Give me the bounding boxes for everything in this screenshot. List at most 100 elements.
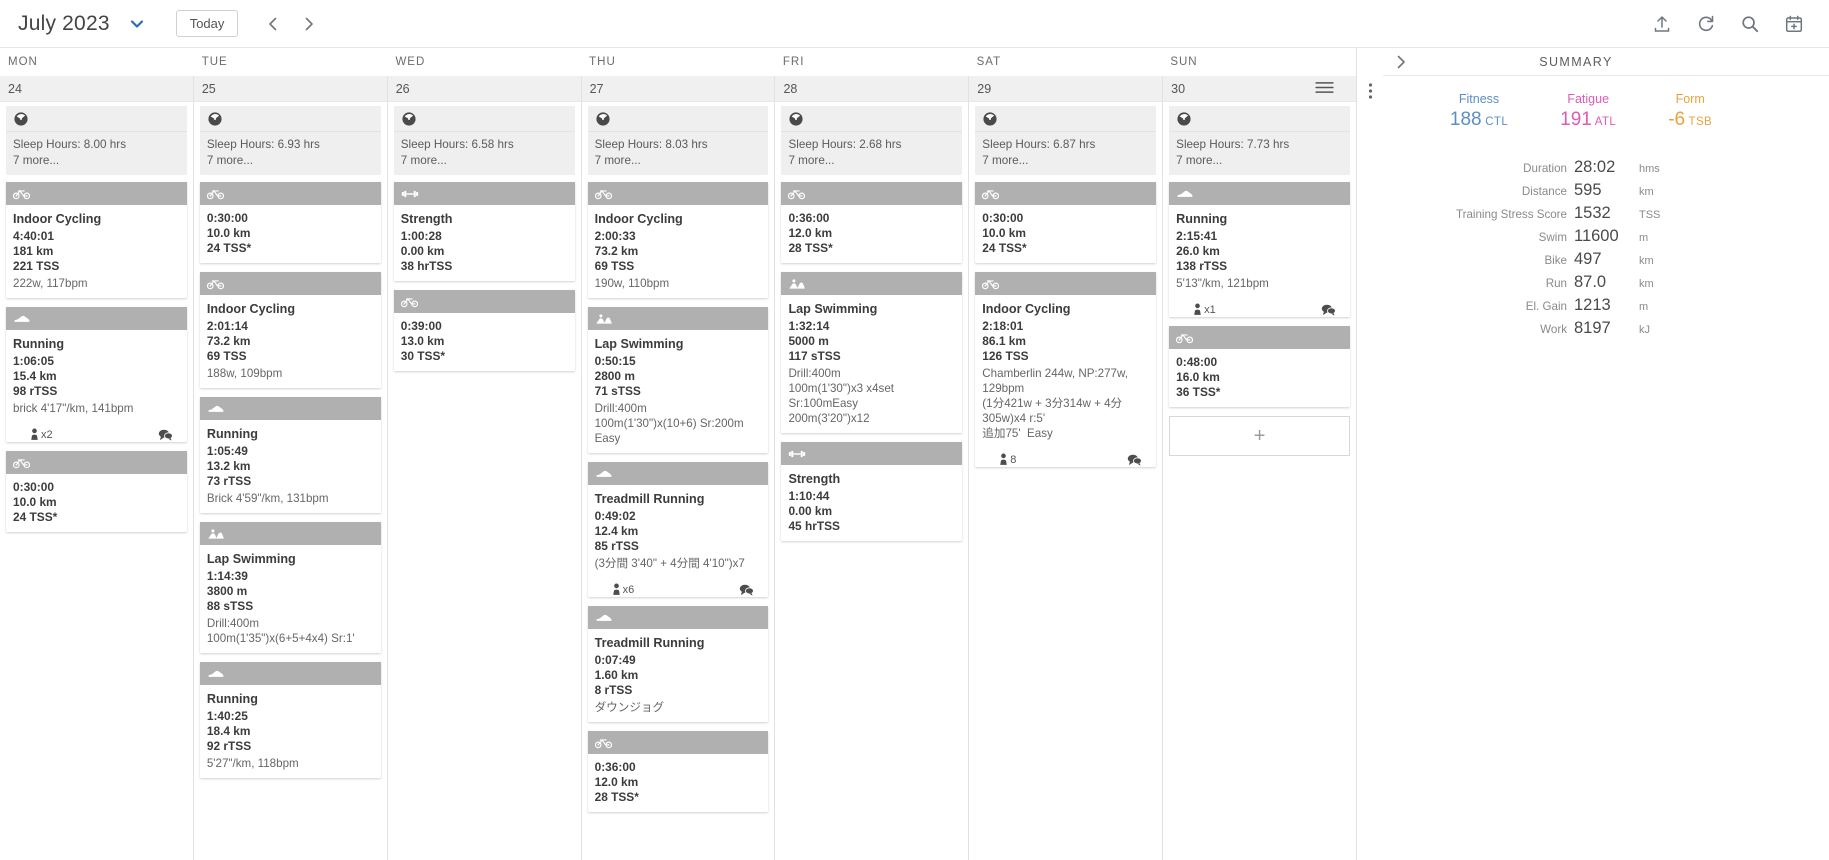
sleep-gauge-icon <box>982 111 998 127</box>
upload-icon[interactable] <box>1651 13 1673 35</box>
sleep-gauge-icon <box>1176 111 1192 127</box>
day-number: 29 <box>977 81 992 96</box>
summary-unit: km <box>1639 278 1654 290</box>
calendar-add-icon[interactable] <box>1783 13 1805 35</box>
more-metrics-link[interactable]: 7 more... <box>207 153 374 169</box>
attachment-indicator[interactable]: 8 <box>999 453 1016 466</box>
workout-card[interactable]: Running 1:40:25 18.4 km 92 rTSS 5'27"/km, 11… <box>199 662 381 778</box>
workout-card[interactable]: Treadmill Running 0:07:49 1.60 km 8 rTSS ダウン… <box>587 606 769 722</box>
metrics-card-header <box>975 106 1157 132</box>
pmc-value: -6 <box>1668 109 1686 130</box>
comment-icon[interactable] <box>1321 304 1336 316</box>
metrics-card[interactable]: Sleep Hours: 6.87 hrs 7 more... <box>975 106 1157 175</box>
workout-distance: 12.4 km <box>594 524 639 538</box>
workout-card[interactable]: Strength 1:10:44 0.00 km 45 hrTSS <box>781 442 963 541</box>
more-options-icon[interactable] <box>1368 82 1373 860</box>
workout-card[interactable]: Indoor Cycling 2:00:33 73.2 km 69 TSS 190w, … <box>587 182 769 298</box>
search-icon[interactable] <box>1739 13 1761 35</box>
more-metrics-link[interactable]: 7 more... <box>788 153 955 169</box>
workout-card[interactable]: Lap Swimming 0:50:15 2800 m 71 sTSS Drill:40… <box>587 307 769 453</box>
workout-card[interactable]: Running 1:06:05 15.4 km 98 rTSS brick 4'17"/… <box>6 307 187 442</box>
day-number-header[interactable]: 28 <box>775 76 969 102</box>
attachment-indicator[interactable]: x6 <box>612 583 634 596</box>
day-number-header[interactable]: 24 <box>0 76 193 102</box>
metrics-card[interactable]: Sleep Hours: 7.73 hrs 7 more... <box>1169 106 1351 175</box>
workout-card[interactable]: Treadmill Running 0:49:02 12.4 km 85 rTSS (3… <box>587 462 769 597</box>
metrics-card-header <box>199 106 381 132</box>
workout-card[interactable]: 0:30:00 10.0 km 24 TSS* <box>6 451 187 532</box>
weekday-label-sat: SAT <box>976 56 1002 68</box>
day-content: Sleep Hours: 6.87 hrs 7 more... 0:30:00 10.… <box>969 102 1162 860</box>
chevron-left-icon[interactable] <box>258 9 288 39</box>
attachment-indicator[interactable]: x2 <box>30 428 53 441</box>
bike-icon <box>400 295 418 308</box>
workout-card-header <box>199 397 381 420</box>
workout-card[interactable]: Lap Swimming 1:32:14 5000 m 117 sTSS Drill:4… <box>781 272 963 433</box>
workout-card[interactable]: Indoor Cycling 2:18:01 86.1 km 126 TSS Chamb… <box>975 272 1157 467</box>
chevron-down-icon[interactable] <box>124 11 150 37</box>
day-number-header[interactable]: 27 <box>581 76 775 102</box>
workout-card[interactable]: 0:36:00 12.0 km 28 TSS* <box>587 731 769 812</box>
workout-duration: 2:00:33 <box>594 229 636 243</box>
metrics-card[interactable]: Sleep Hours: 8.00 hrs 7 more... <box>6 106 187 175</box>
workout-card[interactable]: Indoor Cycling 2:01:14 73.2 km 69 TSS 188w, … <box>199 272 381 388</box>
day-menu-icon[interactable] <box>1315 81 1334 94</box>
chevron-right-icon[interactable] <box>1389 54 1413 70</box>
more-metrics-link[interactable]: 7 more... <box>595 153 762 169</box>
workout-card-header <box>393 290 575 313</box>
day-number-header[interactable]: 25 <box>193 76 387 102</box>
summary-unit: m <box>1639 232 1649 244</box>
summary-value: 28:02 <box>1574 158 1616 176</box>
sync-icon[interactable] <box>1695 13 1717 35</box>
run-icon <box>207 667 225 680</box>
workout-card[interactable]: Strength 1:00:28 0.00 km 38 hrTSS <box>393 182 575 281</box>
workout-distance: 10.0 km <box>982 226 1026 240</box>
workout-card-body: 0:48:00 16.0 km 36 TSS* <box>1169 349 1350 407</box>
day-number-header[interactable]: 29 <box>969 76 1163 102</box>
workout-tss: 24 TSS* <box>13 510 58 524</box>
attachment-indicator[interactable]: x1 <box>1193 303 1216 316</box>
workout-card[interactable]: Running 2:15:41 26.0 km 138 rTSS 5'13"/km, 1… <box>1169 182 1351 317</box>
workout-card[interactable]: 0:30:00 10.0 km 24 TSS* <box>975 182 1157 263</box>
workout-card[interactable]: 0:39:00 13.0 km 30 TSS* <box>393 290 575 371</box>
sleep-gauge-icon <box>401 111 417 127</box>
workout-card[interactable]: 0:48:00 16.0 km 36 TSS* <box>1169 326 1351 407</box>
workout-card[interactable]: 0:30:00 10.0 km 24 TSS* <box>199 182 381 263</box>
metrics-card[interactable]: Sleep Hours: 6.58 hrs 7 more... <box>393 106 575 175</box>
workout-distance: 15.4 km <box>13 369 57 383</box>
metrics-card-body: Sleep Hours: 8.00 hrs 7 more... <box>6 132 187 175</box>
day-number-header[interactable]: 30 <box>1163 76 1357 102</box>
workout-card[interactable]: Indoor Cycling 4:40:01 181 km 221 TSS 222w, … <box>6 182 187 298</box>
workout-title: Strength <box>788 472 841 486</box>
workout-card[interactable]: Lap Swimming 1:14:39 3800 m 88 sTSS Drill:40… <box>199 522 381 653</box>
workout-title: Running <box>206 692 258 706</box>
chevron-right-icon[interactable] <box>294 9 324 39</box>
metrics-card[interactable]: Sleep Hours: 2.68 hrs 7 more... <box>781 106 963 175</box>
more-metrics-link[interactable]: 7 more... <box>401 153 568 169</box>
metrics-card-body: Sleep Hours: 2.68 hrs 7 more... <box>781 132 962 175</box>
workout-card[interactable]: Running 1:05:49 13.2 km 73 rTSS Brick 4'59"/… <box>199 397 381 513</box>
more-metrics-link[interactable]: 7 more... <box>982 153 1149 169</box>
metrics-card[interactable]: Sleep Hours: 6.93 hrs 7 more... <box>199 106 381 175</box>
workout-tss: 98 rTSS <box>13 384 58 398</box>
comment-icon[interactable] <box>158 429 173 441</box>
add-workout-button[interactable]: + <box>1169 416 1351 456</box>
workout-distance: 1.60 km <box>594 668 639 682</box>
metrics-card[interactable]: Sleep Hours: 8.03 hrs 7 more... <box>587 106 769 175</box>
workout-card[interactable]: 0:36:00 12.0 km 28 TSS* <box>781 182 963 263</box>
today-button[interactable]: Today <box>175 10 239 37</box>
sleep-hours-value: Sleep Hours: 6.93 hrs <box>206 138 320 151</box>
workout-card-footer: x2 <box>6 423 187 442</box>
comment-icon[interactable] <box>739 584 755 596</box>
comment-icon[interactable] <box>1127 454 1142 466</box>
summary-unit: km <box>1639 255 1654 267</box>
weekday-label-fri: FRI <box>782 56 805 68</box>
summary-label: Training Stress Score <box>1455 208 1567 221</box>
summary-totals-table: Duration 28:02 hms Distance 595 km Training St… <box>1383 157 1739 341</box>
day-number-header[interactable]: 26 <box>387 76 581 102</box>
workout-card-header <box>587 182 769 205</box>
more-metrics-link[interactable]: 7 more... <box>1176 153 1343 169</box>
more-metrics-link[interactable]: 7 more... <box>13 153 180 169</box>
sleep-hours-value: Sleep Hours: 6.58 hrs <box>400 138 514 151</box>
sleep-gauge-icon <box>13 111 29 127</box>
